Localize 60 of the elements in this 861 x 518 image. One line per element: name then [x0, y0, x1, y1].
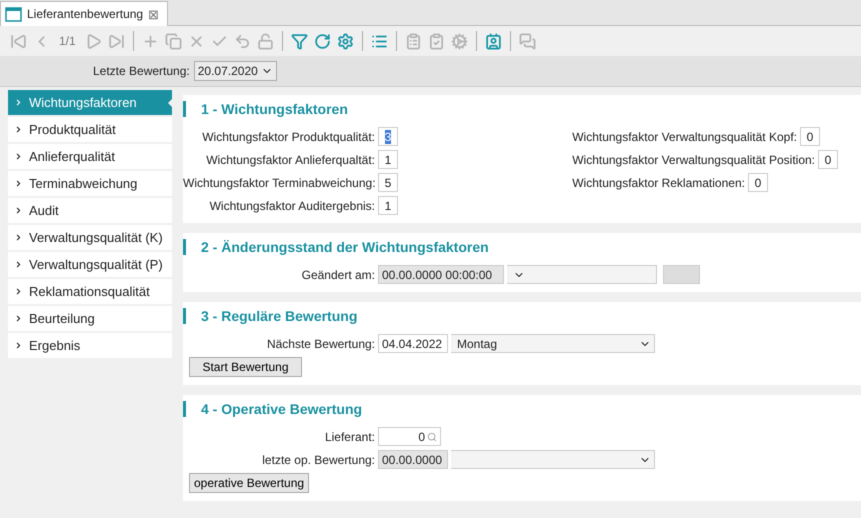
sidebar-item[interactable]: Audit [8, 198, 172, 223]
chevron-right-icon [14, 98, 23, 107]
sidebar-item[interactable]: Ergebnis [8, 333, 172, 358]
search-icon [427, 432, 437, 442]
chevron-right-icon [14, 287, 23, 296]
date-field[interactable]: 04.04.2022 [378, 334, 448, 353]
dropdown[interactable] [451, 450, 655, 469]
chevron-right-icon [14, 314, 23, 323]
section-title: 4 - Operative Bewertung [183, 401, 861, 417]
chevron-right-icon [14, 233, 23, 242]
field-label: Wichtungsfaktor Anlieferqualtät: [205, 152, 375, 166]
action-button[interactable]: operative Bewertung [189, 473, 310, 493]
number-field[interactable]: 1 [378, 196, 398, 215]
chevron-right-icon [14, 341, 23, 350]
section-title: 3 - Reguläre Bewertung [183, 308, 861, 324]
chevron-right-icon [14, 152, 23, 161]
number-field[interactable]: 0 [800, 127, 820, 146]
dropdown[interactable] [507, 265, 657, 284]
field-label: Geändert am: [300, 268, 375, 282]
section-title: 2 - Änderungsstand der Wichtungsfaktoren [183, 239, 861, 255]
date-field[interactable]: 00.00.0000 [378, 450, 448, 469]
section-title: 1 - Wichtungsfaktoren [183, 101, 861, 117]
sidebar-item[interactable]: Beurteilung [8, 306, 172, 331]
dropdown[interactable]: Montag [451, 334, 655, 353]
chevron-right-icon [14, 125, 23, 134]
field-label: Wichtungsfaktor Verwaltungsqualität Position: [572, 152, 815, 166]
sidebar-item[interactable]: Verwaltungsqualität (K) [8, 225, 172, 250]
number-field[interactable]: 5 [378, 173, 398, 192]
tab-title: Lieferantenbewertung [27, 7, 144, 21]
sidebar-item[interactable]: Verwaltungsqualität (P) [8, 252, 172, 277]
close-icon[interactable]: ⊠ [148, 6, 160, 22]
button[interactable] [663, 265, 700, 284]
lookup-field[interactable]: 0 [378, 427, 441, 446]
chevron-right-icon [14, 260, 23, 269]
field-label: Wichtungsfaktor Verwaltungsqualität Kopf: [572, 130, 797, 144]
field-label: Wichtungsfaktor Auditergebnis: [208, 198, 375, 212]
number-field[interactable]: 0 [818, 150, 838, 169]
window-icon [5, 6, 22, 22]
sidebar-item[interactable]: Terminabweichung [8, 171, 172, 196]
document-tab[interactable]: Lieferantenbewertung ⊠ [0, 1, 168, 26]
datetime-field[interactable]: 00.00.0000 00:00:00 [378, 265, 504, 284]
page-counter: 1/1 [58, 34, 77, 48]
number-field[interactable]: 3 [378, 127, 398, 146]
field-label: Lieferant: [324, 430, 375, 444]
action-button[interactable]: Start Bewertung [189, 357, 302, 377]
field-label: Wichtungsfaktor Terminabweichung: [183, 176, 375, 190]
field-label: Wichtungsfaktor Reklamationen: [572, 176, 745, 190]
number-field[interactable]: 0 [748, 173, 768, 192]
sidebar-item[interactable]: Reklamationsqualität [8, 279, 172, 304]
chevron-right-icon [14, 179, 23, 188]
field-label: Wichtungsfaktor Produktqualität: [201, 130, 375, 144]
sidebar-item[interactable]: Anlieferqualität [8, 144, 172, 169]
sidebar-item[interactable]: Produktqualität [8, 117, 172, 142]
filter-label: Letzte Bewertung: [93, 64, 190, 78]
sidebar-item[interactable]: Wichtungsfaktoren [8, 90, 172, 115]
number-field[interactable]: 1 [378, 150, 398, 169]
chevron-right-icon [14, 206, 23, 215]
date-dropdown[interactable]: 20.07.2020 [194, 61, 277, 81]
field-label: letzte op. Bewertung: [261, 452, 375, 466]
field-label: Nächste Bewertung: [266, 336, 375, 350]
